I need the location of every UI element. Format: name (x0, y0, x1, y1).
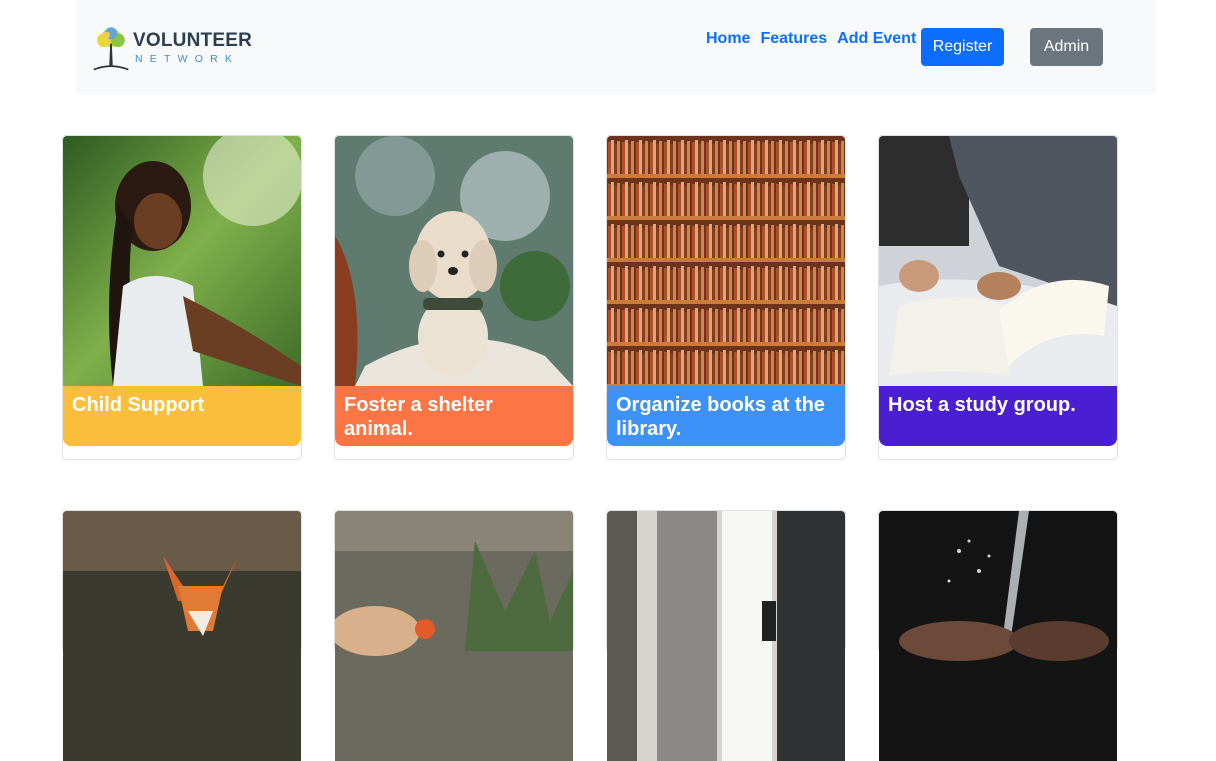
bookshelf-photo (607, 136, 845, 386)
dog-photo (335, 136, 573, 386)
card-title: Organize books at the library. (607, 386, 845, 446)
brand-logo[interactable]: VOLUNTEER NETWORK (92, 20, 252, 76)
event-card-foster-animal[interactable]: Foster a shelter animal. (334, 135, 574, 460)
tree-logo-icon (93, 27, 129, 71)
nav-link-add-event[interactable]: Add Event (837, 30, 916, 48)
brand-subtitle: NETWORK (135, 53, 240, 66)
event-card-organize-books[interactable]: Organize books at the library. (606, 135, 846, 460)
event-card-4[interactable] (878, 510, 1118, 761)
water-photo (879, 511, 1117, 761)
event-card-fox[interactable] (62, 510, 302, 761)
event-card-3[interactable] (606, 510, 846, 761)
study-photo (879, 136, 1117, 386)
window-photo (607, 511, 845, 761)
card-title: Host a study group. (879, 386, 1117, 446)
admin-button[interactable]: Admin (1030, 28, 1103, 66)
event-card-child-support[interactable]: Child Support (62, 135, 302, 460)
nav-links: Home Features Add Event (706, 30, 926, 48)
hands-photo (335, 511, 573, 761)
card-title: Foster a shelter animal. (335, 386, 573, 446)
nav-link-home[interactable]: Home (706, 30, 750, 48)
event-card-2[interactable] (334, 510, 574, 761)
nav-link-features[interactable]: Features (760, 30, 827, 48)
brand-title: VOLUNTEER (133, 30, 252, 52)
navbar: VOLUNTEER NETWORK Home Features Add Even… (76, 0, 1156, 95)
card-title: Child Support (63, 386, 301, 446)
register-button[interactable]: Register (921, 28, 1004, 66)
event-card-study-group[interactable]: Host a study group. (878, 135, 1118, 460)
child-photo (63, 136, 301, 386)
fox-photo (63, 511, 301, 761)
